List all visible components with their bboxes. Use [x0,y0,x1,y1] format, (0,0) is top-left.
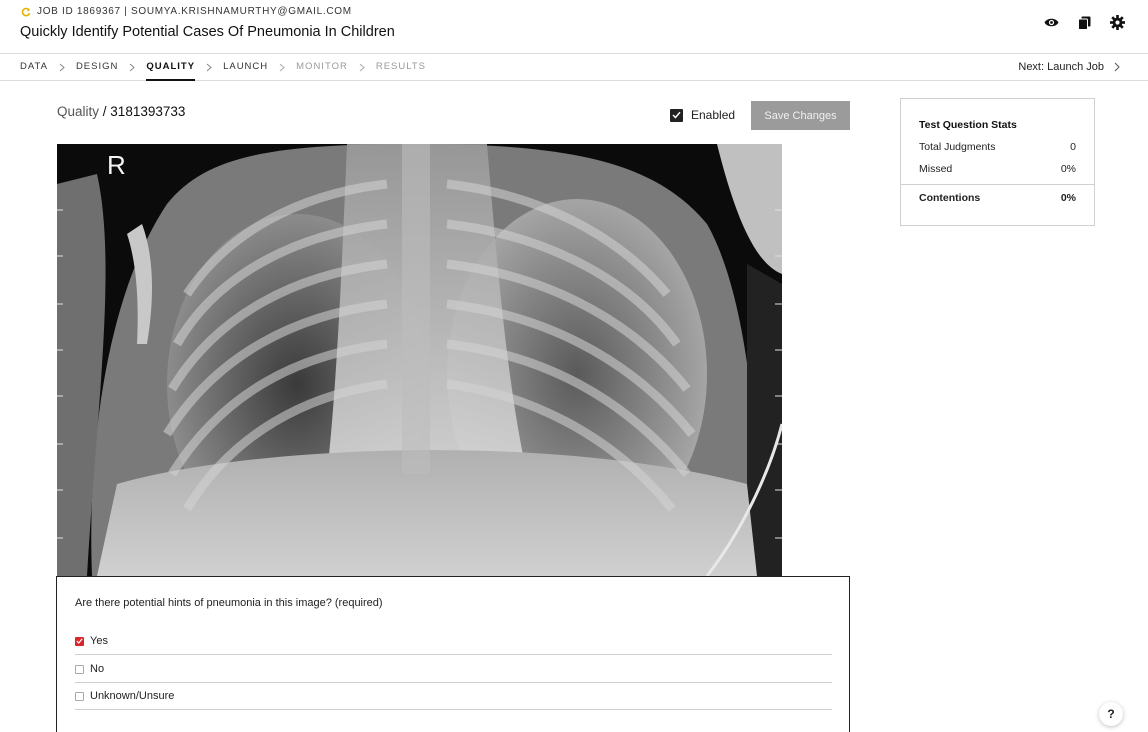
chevron-right-icon [51,54,73,80]
copy-icon[interactable] [1076,14,1093,31]
step-monitor: MONITOR [296,61,348,72]
job-title: Quickly Identify Potential Cases Of Pneu… [20,24,395,40]
option-yes[interactable]: Yes [75,628,832,655]
chest-xray-image: R [57,144,782,576]
option-unknown-checkbox[interactable] [75,691,84,701]
option-yes-checkbox[interactable] [75,636,84,646]
workflow-steps: DATA DESIGN QUALITY LAUNCH MONITOR RESUL… [20,54,426,81]
stats-divider [901,184,1094,185]
breadcrumb-separator: / [99,104,111,119]
gear-icon[interactable] [1109,14,1126,31]
step-results: RESULTS [375,61,426,72]
header-actions [1043,14,1126,31]
breadcrumb-current: 3181393733 [110,104,186,119]
enabled-checkbox[interactable] [670,108,683,122]
breadcrumb-quality-link[interactable]: Quality [57,104,99,119]
stat-total-judgments: Total Judgments 0 [919,141,1076,153]
stat-missed-label: Missed [919,163,953,175]
next-job-label: Next: Launch Job [1018,61,1104,73]
enabled-toggle[interactable]: Enabled [670,108,735,122]
step-launch[interactable]: LAUNCH [223,54,268,80]
next-launch-job-link[interactable]: Next: Launch Job [1018,54,1120,80]
stat-contentions: Contentions 0% [919,192,1076,204]
stats-title: Test Question Stats [919,119,1017,131]
stat-contentions-label: Contentions [919,192,981,204]
option-no-label: No [90,663,105,675]
checkmark-icon [76,638,83,644]
step-design[interactable]: DESIGN [76,54,118,80]
enabled-label: Enabled [691,108,736,122]
question-panel: Are there potential hints of pneumonia i… [56,576,850,732]
chevron-right-icon [121,54,143,80]
chevron-right-icon [198,54,220,80]
step-data[interactable]: DATA [20,54,48,80]
option-unknown-label: Unknown/Unsure [90,690,175,702]
step-quality[interactable]: QUALITY [146,54,195,81]
job-header: JOB ID 1869367 | SOUMYA.KRISHNAMURTHY@GM… [0,0,1148,54]
stat-missed-value: 0% [1060,163,1076,175]
job-meta-text: JOB ID 1869367 | SOUMYA.KRISHNAMURTHY@GM… [37,6,352,17]
refresh-icon [21,7,31,16]
breadcrumb: Quality / 3181393733 [57,104,185,119]
option-no-checkbox[interactable] [75,664,84,674]
xray-marker-label: R [107,150,126,180]
checkmark-icon [672,111,681,119]
chevron-right-icon [1114,62,1120,72]
stat-total-judgments-value: 0 [1070,141,1076,153]
question-text: Are there potential hints of pneumonia i… [75,597,383,609]
stat-total-judgments-label: Total Judgments [919,141,996,153]
stat-contentions-value: 0% [1060,192,1076,204]
option-no[interactable]: No [75,656,832,683]
chevron-right-icon [271,54,293,80]
chevron-right-icon [351,54,373,80]
job-meta: JOB ID 1869367 | SOUMYA.KRISHNAMURTHY@GM… [21,6,352,17]
eye-icon[interactable] [1043,14,1060,31]
test-question-stats-panel: Test Question Stats Total Judgments 0 Mi… [900,98,1095,226]
help-button[interactable]: ? [1099,702,1123,726]
save-changes-button[interactable]: Save Changes [751,101,850,130]
stat-missed: Missed 0% [919,163,1076,175]
workflow-nav: DATA DESIGN QUALITY LAUNCH MONITOR RESUL… [0,54,1148,81]
option-unknown[interactable]: Unknown/Unsure [75,683,832,710]
option-yes-label: Yes [90,635,108,647]
